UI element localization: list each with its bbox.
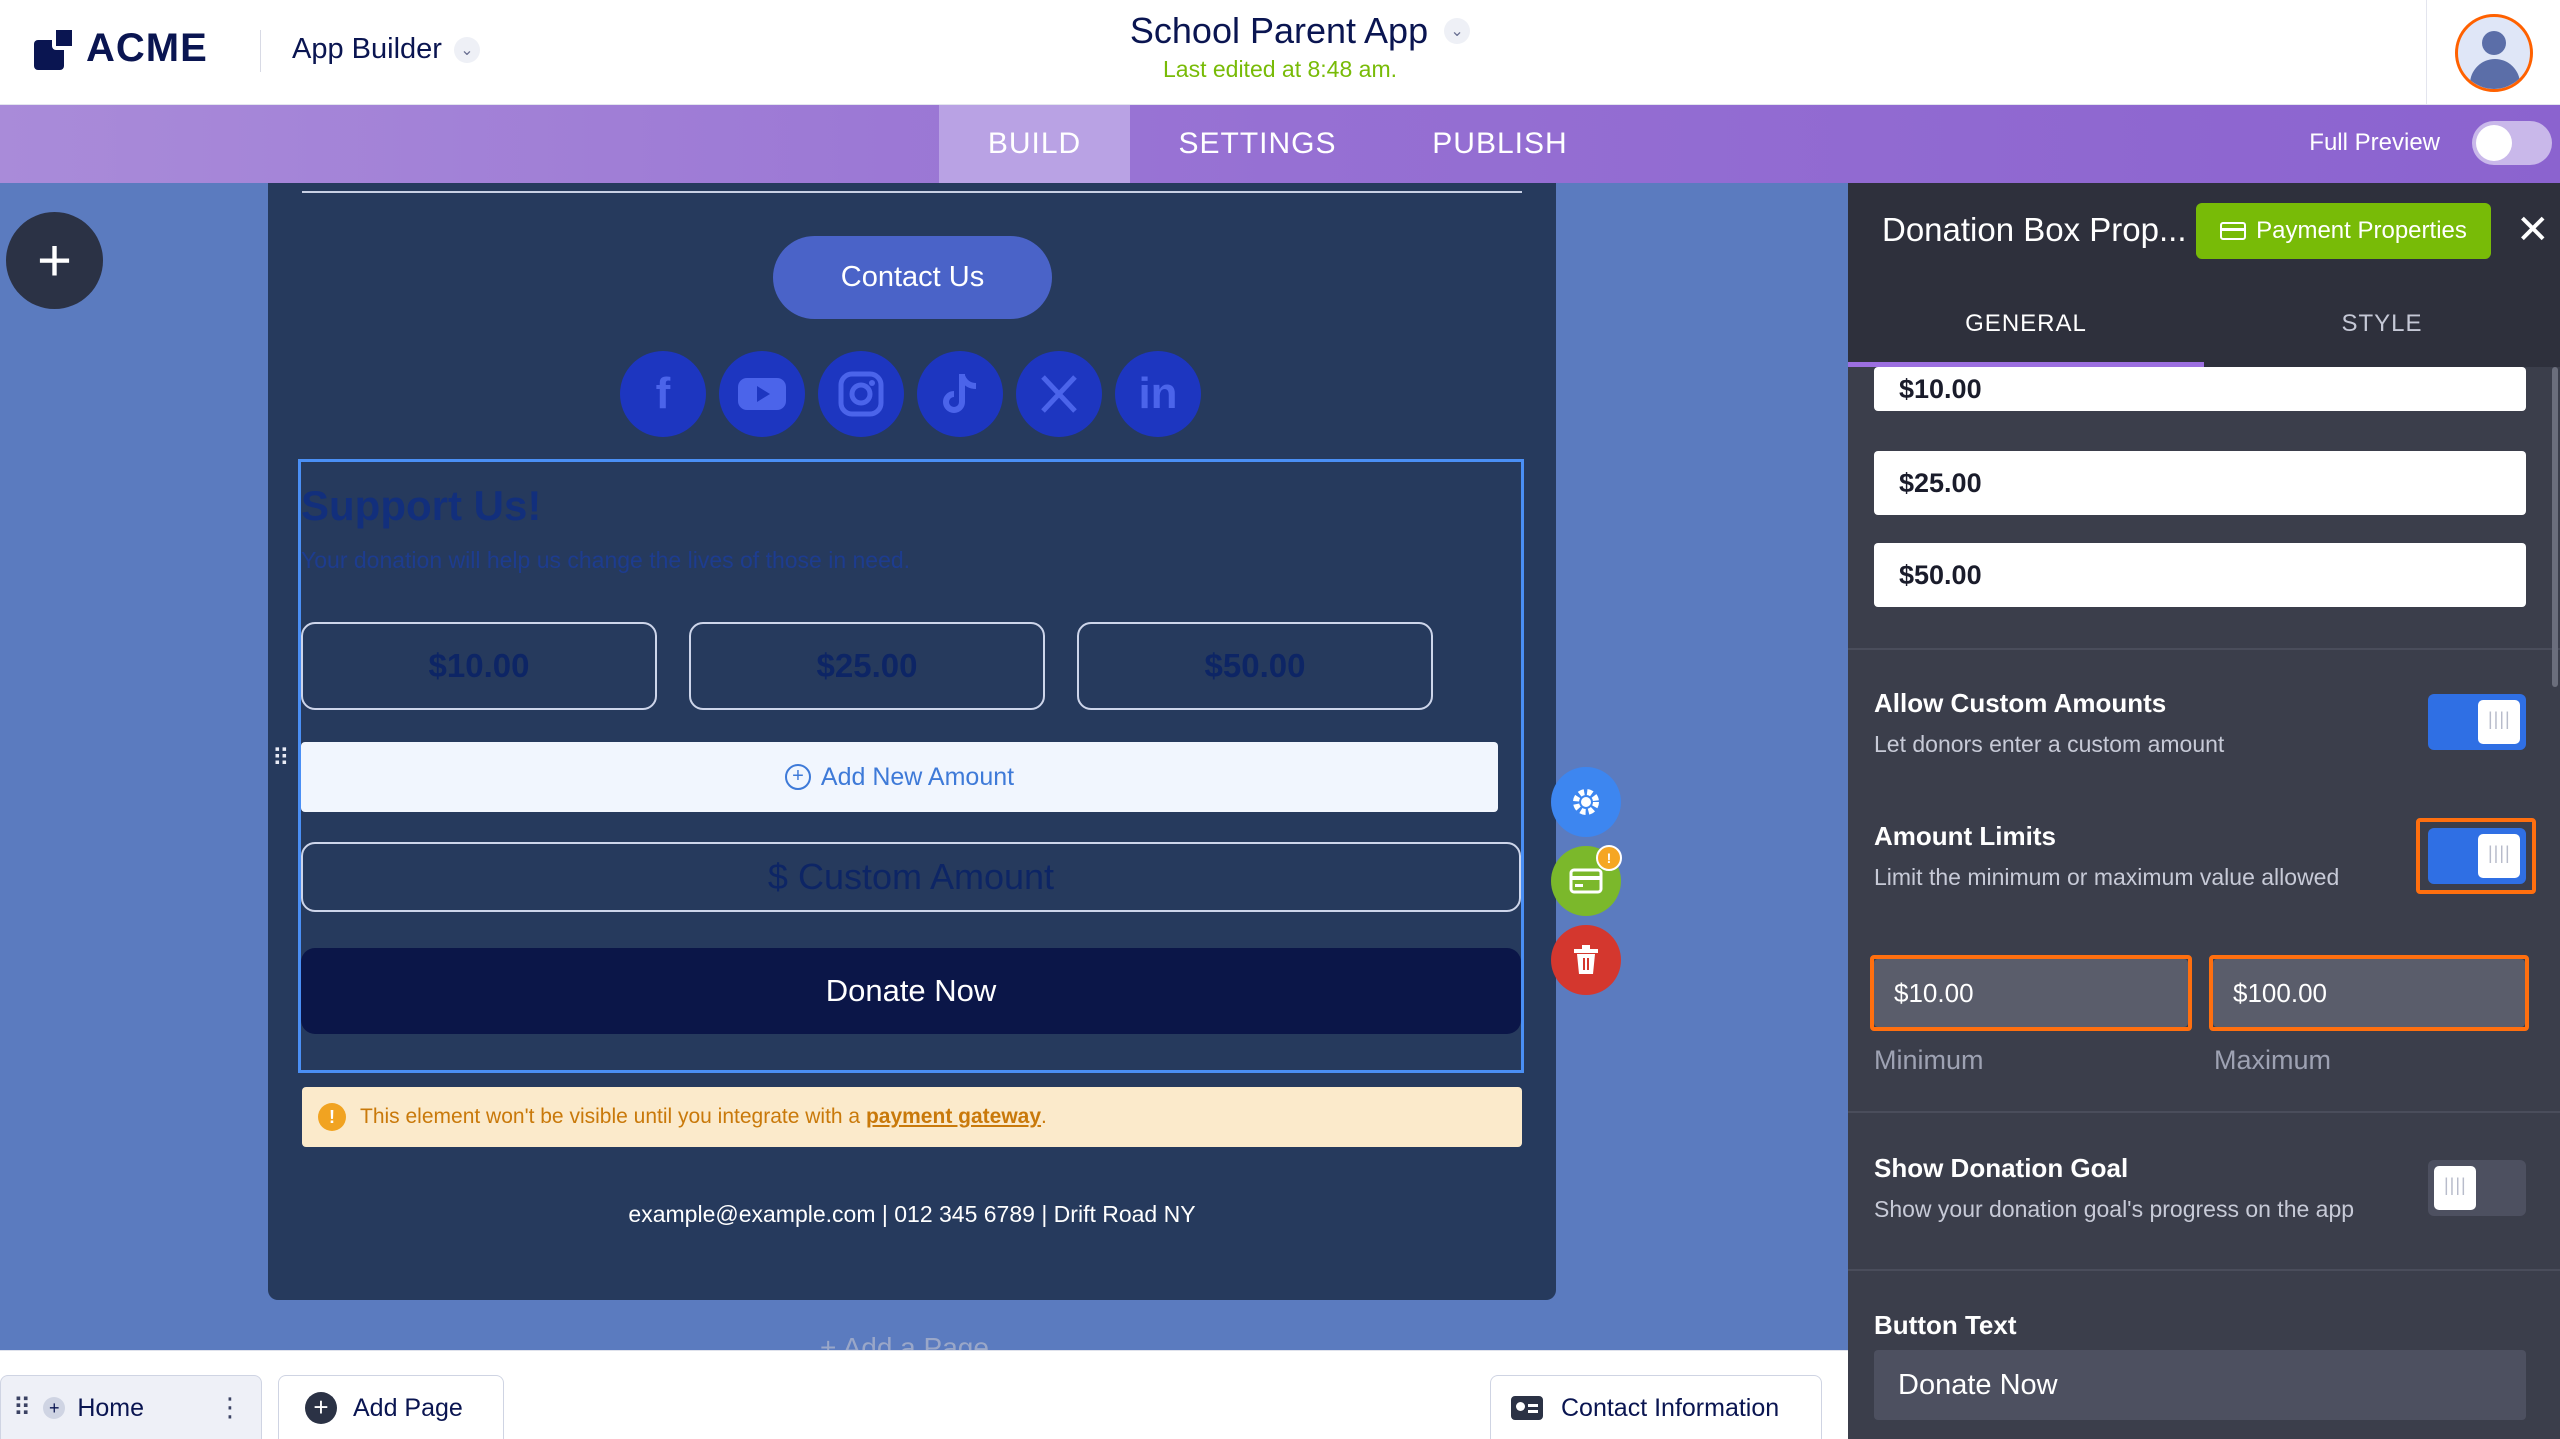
page-tab-contact-information[interactable]: Contact Information [1490, 1375, 1822, 1439]
amount-option-button[interactable]: $10.00 [301, 622, 657, 710]
contact-us-button[interactable]: Contact Us [773, 236, 1052, 319]
payment-gateway-link[interactable]: payment gateway [866, 1105, 1041, 1128]
properties-panel: Donation Box Prop... Payment Properties … [1848, 183, 2560, 1439]
add-new-amount-label: Add New Amount [820, 762, 1015, 791]
gear-icon [1573, 789, 1599, 815]
credit-card-icon [2220, 222, 2247, 240]
app-title-dropdown[interactable]: School Parent App ⌄ [1129, 10, 1471, 52]
allow-custom-title: Allow Custom Amounts [1874, 688, 2167, 718]
donation-title: Support Us! [301, 482, 542, 529]
amount-limits-desc: Limit the minimum or maximum value allow… [1874, 864, 2340, 890]
button-text-title: Button Text [1874, 1310, 2017, 1340]
add-element-button[interactable]: + [6, 212, 103, 309]
section-divider [1848, 1111, 2560, 1113]
amount-option-button[interactable]: $25.00 [689, 622, 1045, 710]
app-title-area: School Parent App ⌄ [0, 10, 2560, 52]
user-avatar[interactable] [2454, 13, 2533, 92]
amount-field[interactable]: $50.00 [1874, 543, 2526, 607]
add-page-label: Add Page [353, 1393, 463, 1422]
payment-properties-button[interactable]: Payment Properties [2196, 203, 2491, 259]
section-divider [1848, 648, 2560, 650]
footer-contact-info: example@example.com | 012 345 6789 | Dri… [628, 1201, 1196, 1227]
credit-card-icon [1569, 868, 1603, 894]
x-icon[interactable] [1016, 351, 1102, 437]
account-area [2426, 0, 2560, 105]
custom-amount-input[interactable]: $ Custom Amount [301, 842, 1521, 912]
amount-field[interactable]: $25.00 [1874, 451, 2526, 515]
donation-goal-desc: Show your donation goal's progress on th… [1874, 1196, 2355, 1222]
pages-bar: ⠿ + Home ⋮ + Add Page Contact Informatio… [0, 1350, 1848, 1439]
warning-icon: ! [318, 1103, 346, 1131]
trash-icon [1574, 945, 1598, 974]
plus-circle-icon: + [784, 764, 811, 790]
amount-limits-toggle[interactable] [2428, 828, 2526, 884]
contact-card-icon [1511, 1396, 1543, 1420]
maximum-amount-input[interactable]: $100.00 [2213, 959, 2525, 1027]
donate-now-button[interactable]: Donate Now [301, 948, 1521, 1034]
donation-goal-toggle[interactable] [2428, 1160, 2526, 1216]
facebook-icon[interactable]: f [620, 351, 706, 437]
tab-settings[interactable]: SETTINGS [1130, 105, 1385, 183]
more-options-icon[interactable]: ⋮ [217, 1392, 243, 1423]
tab-general[interactable]: GENERAL [1848, 281, 2204, 367]
delete-element-button[interactable] [1551, 925, 1621, 995]
payment-properties-label: Payment Properties [2256, 217, 2467, 244]
amount-limits-title: Amount Limits [1874, 821, 2056, 851]
element-settings-button[interactable] [1551, 767, 1621, 837]
full-preview-label: Full Preview [2309, 129, 2440, 156]
tab-build[interactable]: BUILD [939, 105, 1130, 183]
minimum-label: Minimum [1874, 1045, 1984, 1075]
panel-title: Donation Box Prop... [1882, 211, 2187, 248]
plus-circle-icon: + [305, 1392, 337, 1424]
top-header: ACME App Builder ⌄ School Parent App ⌄ L… [0, 0, 2560, 105]
minimum-amount-input[interactable]: $10.00 [1874, 959, 2188, 1027]
chevron-down-icon: ⌄ [1444, 18, 1471, 44]
donation-goal-title: Show Donation Goal [1874, 1153, 2129, 1183]
donation-subtitle: Your donation will help us change the li… [301, 547, 911, 573]
panel-scrollbar[interactable] [2552, 367, 2558, 687]
amount-field[interactable]: $10.00 [1874, 367, 2526, 411]
drag-handle-icon: ⠿ [13, 1394, 32, 1422]
divider-line [302, 191, 1522, 193]
builder-navbar: BUILD SETTINGS PUBLISH Full Preview [0, 105, 2560, 183]
app-title: School Parent App [1129, 10, 1429, 51]
plus-icon: + [43, 1397, 66, 1419]
social-icons-row: f in [620, 351, 1201, 437]
tiktok-icon[interactable] [917, 351, 1003, 437]
section-divider [1848, 1269, 2560, 1271]
warning-badge: ! [1596, 845, 1622, 871]
tab-style[interactable]: STYLE [2204, 281, 2560, 367]
panel-tabs: GENERAL STYLE [1848, 281, 2560, 367]
allow-custom-desc: Let donors enter a custom amount [1874, 731, 2225, 757]
drag-handle-icon[interactable]: ⠿ [272, 747, 290, 771]
youtube-icon[interactable] [719, 351, 805, 437]
page-tab-home[interactable]: ⠿ + Home ⋮ [0, 1375, 262, 1439]
amount-option-button[interactable]: $50.00 [1077, 622, 1433, 710]
app-preview-canvas: Contact Us f in Support Us! Your donatio… [268, 183, 1556, 1300]
close-icon[interactable]: ✕ [2516, 207, 2550, 253]
button-text-input[interactable]: Donate Now [1874, 1350, 2526, 1420]
allow-custom-toggle[interactable] [2428, 694, 2526, 750]
payment-warning-banner: ! This element won't be visible until yo… [302, 1087, 1522, 1147]
home-page-label: Home [77, 1393, 144, 1422]
linkedin-icon[interactable]: in [1115, 351, 1201, 437]
warning-text: This element won't be visible until you … [360, 1105, 1047, 1128]
instagram-icon[interactable] [818, 351, 904, 437]
add-new-amount-button[interactable]: + Add New Amount [301, 742, 1498, 812]
maximum-label: Maximum [2214, 1045, 2332, 1075]
donation-box-element[interactable]: Support Us! Your donation will help us c… [298, 459, 1524, 1073]
panel-header: Donation Box Prop... Payment Properties … [1848, 183, 2560, 281]
contact-info-label: Contact Information [1561, 1393, 1780, 1422]
add-page-button[interactable]: + Add Page [278, 1375, 504, 1439]
full-preview-toggle[interactable] [2472, 121, 2552, 165]
tab-publish[interactable]: PUBLISH [1385, 105, 1615, 183]
last-edited-status: Last edited at 8:48 am. [1163, 56, 1397, 82]
